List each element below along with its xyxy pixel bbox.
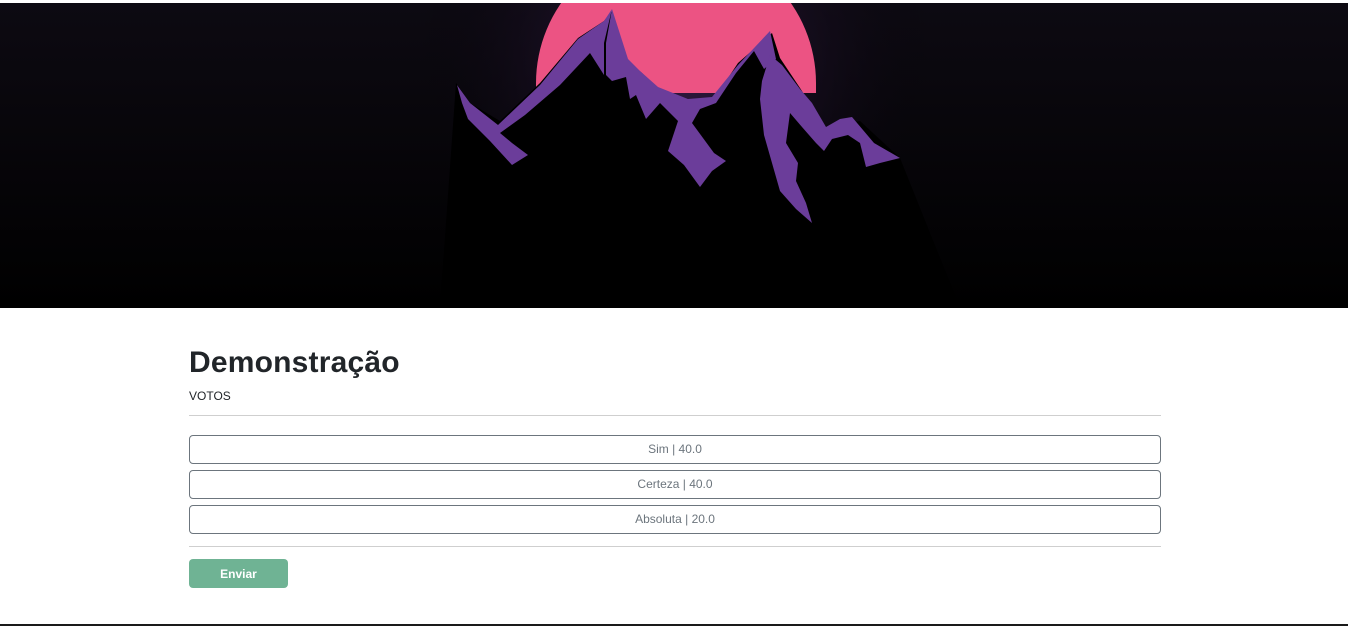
hero-banner — [0, 3, 1348, 308]
poll-subtitle: VOTOS — [189, 389, 231, 403]
poll-options: Sim | 40.0 Certeza | 40.0 Absoluta | 20.… — [189, 435, 1161, 540]
option-button-certeza[interactable]: Certeza | 40.0 — [189, 470, 1161, 499]
option-button-sim[interactable]: Sim | 40.0 — [189, 435, 1161, 464]
divider-top — [189, 415, 1161, 416]
mountain-sunset-illustration — [0, 3, 1348, 308]
divider-bottom — [189, 546, 1161, 547]
poll-title: Demonstração — [189, 346, 400, 379]
option-button-absoluta[interactable]: Absoluta | 20.0 — [189, 505, 1161, 534]
submit-answer-button[interactable]: Enviar resposta — [189, 559, 288, 610]
